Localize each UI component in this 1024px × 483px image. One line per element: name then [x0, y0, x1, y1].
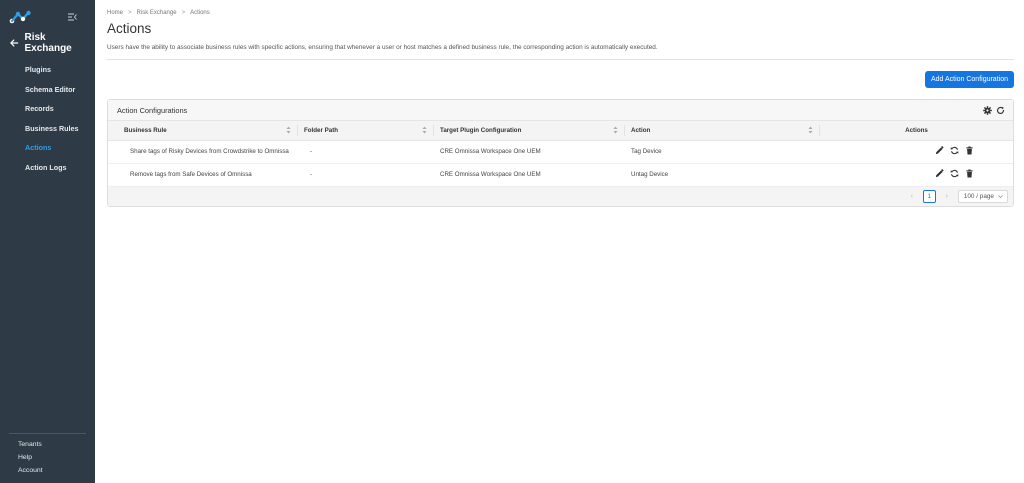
- next-page-icon[interactable]: ›: [943, 193, 951, 200]
- breadcrumb-home[interactable]: Home: [107, 10, 123, 16]
- sidebar-item-schema-editor[interactable]: Schema Editor: [0, 80, 95, 100]
- card-tools: [983, 105, 1005, 115]
- main-content: Home > Risk Exchange > Actions Actions U…: [95, 0, 1024, 483]
- cell-action: Tag Device: [625, 140, 820, 164]
- card-header: Action Configurations: [108, 100, 1013, 121]
- sidebar-item-action-logs[interactable]: Action Logs: [0, 158, 95, 178]
- sidebar-nav: Plugins Schema Editor Records Business R…: [0, 60, 95, 177]
- row-actions: [935, 146, 974, 155]
- sort-icon[interactable]: [808, 126, 813, 134]
- column-header-folder-path[interactable]: Folder Path: [298, 121, 434, 141]
- pencil-icon[interactable]: [935, 146, 944, 155]
- header-divider: [107, 59, 1014, 60]
- page-description: Users have the ability to associate busi…: [107, 44, 658, 51]
- trash-icon[interactable]: [965, 169, 974, 178]
- toolbar: Add Action Configuration: [107, 71, 1014, 88]
- chevron-down-icon: [998, 195, 1003, 199]
- column-label: Target Plugin Configuration: [440, 126, 522, 134]
- breadcrumb-separator: >: [181, 10, 186, 16]
- sidebar-footer-account[interactable]: Account: [9, 464, 86, 477]
- gear-icon[interactable]: [983, 105, 992, 115]
- column-header-business-rule[interactable]: Business Rule: [108, 121, 298, 141]
- pencil-icon[interactable]: [935, 169, 944, 178]
- cell-business-rule: Remove tags from Safe Devices of Omnissa: [130, 171, 252, 179]
- breadcrumb-separator: >: [128, 10, 132, 16]
- brand-logo-icon[interactable]: [9, 10, 31, 24]
- arrow-left-icon[interactable]: [10, 38, 19, 48]
- cell-action: Untag Device: [631, 171, 669, 179]
- table-header-row: Business Rule Folder Path Target Plugin …: [108, 121, 1013, 141]
- refresh-icon[interactable]: [996, 106, 1005, 115]
- column-label: Folder Path: [304, 126, 339, 134]
- row-actions: [935, 169, 974, 178]
- breadcrumb-actions: Actions: [190, 10, 210, 16]
- sidebar-footer-help[interactable]: Help: [9, 451, 86, 464]
- cell-target-plugin: CRE Omnissa Workspace One UEM: [440, 171, 541, 179]
- sidebar-section-header[interactable]: Risk Exchange: [0, 32, 95, 54]
- cell-folder-path: -: [298, 140, 434, 164]
- column-header-action[interactable]: Action: [625, 121, 820, 141]
- sort-icon[interactable]: [422, 126, 427, 134]
- add-action-configuration-button[interactable]: Add Action Configuration: [924, 71, 1014, 88]
- sidebar-footer: Tenants Help Account: [9, 433, 86, 477]
- collapse-sidebar-icon[interactable]: [67, 12, 77, 22]
- page-size-value: 100 / page: [963, 193, 994, 200]
- sync-icon[interactable]: [950, 169, 959, 178]
- page-number-button[interactable]: 1: [922, 190, 936, 203]
- prev-page-icon[interactable]: ‹: [908, 193, 916, 200]
- card-title: Action Configurations: [117, 105, 188, 115]
- cell-folder-path: -: [310, 171, 313, 179]
- sidebar: Risk Exchange Plugins Schema Editor Reco…: [0, 0, 95, 483]
- sidebar-item-records[interactable]: Records: [0, 99, 95, 119]
- trash-icon[interactable]: [965, 146, 974, 155]
- column-header-actions: Actions: [820, 121, 1013, 141]
- cell-target-plugin: CRE Omnissa Workspace One UEM: [434, 140, 625, 164]
- column-label: Action: [631, 126, 651, 134]
- sidebar-logo-row: [0, 0, 95, 34]
- sidebar-item-actions[interactable]: Actions: [0, 138, 95, 158]
- sync-icon[interactable]: [950, 146, 959, 155]
- table-row[interactable]: Share tags of Risky Devices from Crowdst…: [108, 140, 1013, 164]
- action-configurations-card: Action Configurations Business Rule Fold…: [107, 99, 1014, 207]
- table-row[interactable]: Remove tags from Safe Devices of Omnissa…: [108, 163, 1013, 186]
- cell-row-actions: [820, 163, 1013, 186]
- page-size-select[interactable]: 100 / page: [957, 190, 1008, 203]
- column-header-target-plugin-configuration[interactable]: Target Plugin Configuration: [434, 121, 625, 141]
- breadcrumb: Home > Risk Exchange > Actions: [107, 8, 1014, 18]
- sidebar-section-title: Risk Exchange: [24, 32, 72, 54]
- sort-icon[interactable]: [286, 126, 291, 134]
- sidebar-item-business-rules[interactable]: Business Rules: [0, 119, 95, 139]
- action-configurations-table: Business Rule Folder Path Target Plugin …: [108, 121, 1013, 186]
- sidebar-item-plugins[interactable]: Plugins: [0, 60, 95, 80]
- sort-icon[interactable]: [613, 126, 618, 134]
- cell-business-rule: Share tags of Risky Devices from Crowdst…: [108, 140, 298, 164]
- column-label: Actions: [905, 126, 928, 134]
- breadcrumb-risk-exchange[interactable]: Risk Exchange: [137, 10, 177, 16]
- column-label: Business Rule: [124, 126, 167, 134]
- pagination: ‹ 1 › 100 / page: [108, 186, 1013, 206]
- page-title: Actions: [107, 21, 152, 36]
- cell-row-actions: [820, 140, 1013, 164]
- sidebar-footer-tenants[interactable]: Tenants: [9, 438, 86, 451]
- app-root: Risk Exchange Plugins Schema Editor Reco…: [0, 0, 1024, 483]
